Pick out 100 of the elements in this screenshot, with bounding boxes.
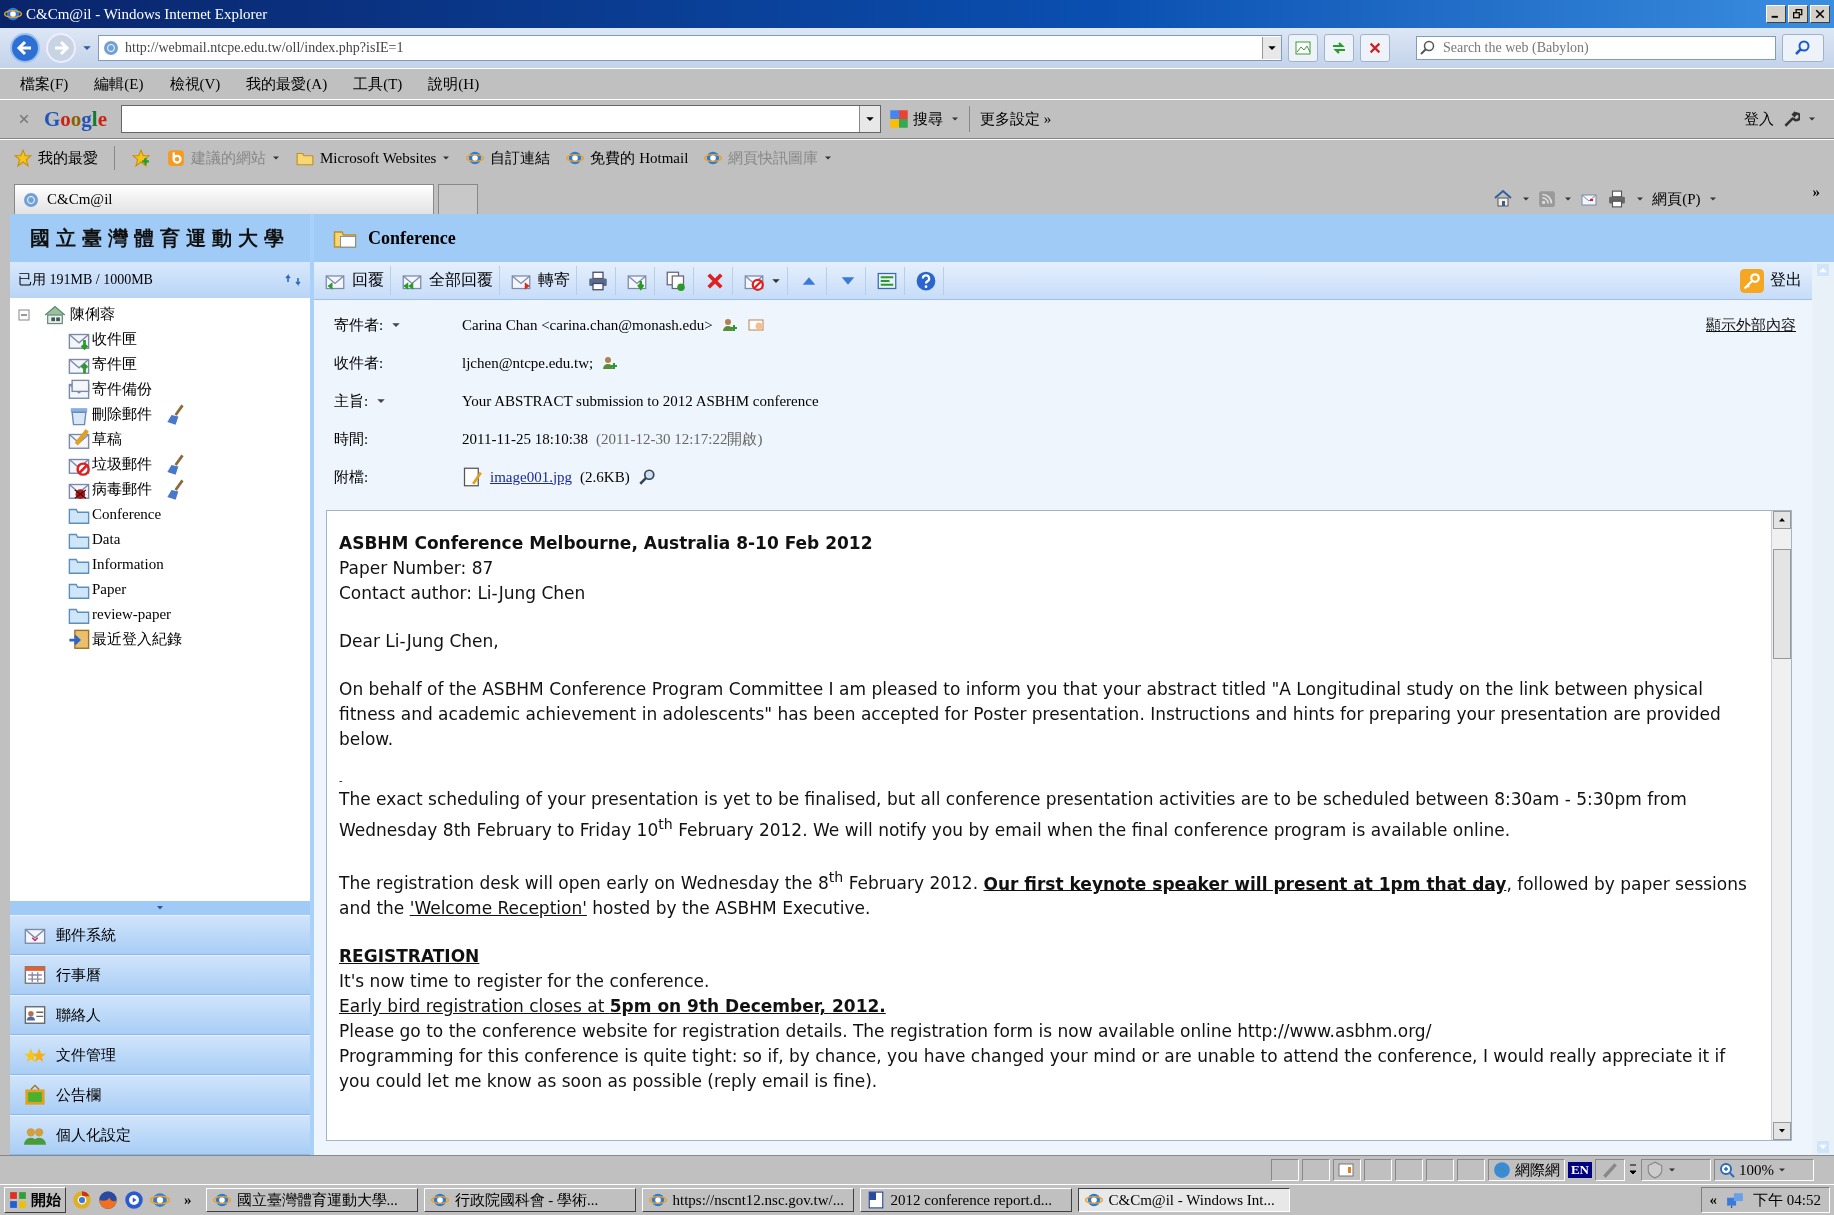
taskbar-button[interactable]: https://nscnt12.nsc.gov.tw/... <box>641 1188 854 1212</box>
dropdown-icon[interactable] <box>1708 195 1717 203</box>
preview-icon[interactable] <box>637 468 656 486</box>
wrench-icon[interactable] <box>1782 110 1800 128</box>
tree-item[interactable]: Conference <box>92 506 162 523</box>
menu-item[interactable]: 我的最愛(A) <box>246 72 328 96</box>
module-button[interactable]: 行事曆 <box>10 955 310 995</box>
media-player-icon[interactable] <box>124 1190 144 1210</box>
field-label: 主旨: <box>334 391 369 411</box>
menu-item[interactable]: 檔案(F) <box>20 72 69 96</box>
page-menu[interactable]: 網頁(P) <box>1652 189 1701 209</box>
copy-icon <box>665 270 687 291</box>
link[interactable]: 'Welcome Reception' <box>409 898 587 919</box>
back-button[interactable] <box>10 33 40 63</box>
compatibility-icon <box>1295 40 1311 56</box>
module-button[interactable]: 郵件系統 <box>10 915 310 955</box>
start-button[interactable]: 開始 <box>4 1187 66 1213</box>
opened-time: (2011-12-30 12:17:22開啟) <box>595 429 763 449</box>
collapse-handle[interactable] <box>10 901 310 915</box>
favorites-link[interactable]: Microsoft Websites <box>296 149 451 167</box>
favorites-link[interactable]: 免費的 Hotmail <box>566 148 689 168</box>
show-external-link[interactable]: 顯示外部內容 <box>1706 315 1796 335</box>
firefox-icon[interactable] <box>98 1190 118 1210</box>
toolbar-button[interactable]: 全部回覆 <box>395 266 500 295</box>
logout-button[interactable]: 登出 <box>1734 264 1808 297</box>
favorites-link[interactable]: 自訂連結 <box>466 148 551 168</box>
tree-item[interactable]: 刪除郵件 <box>92 405 152 424</box>
dropdown-icon[interactable] <box>1564 195 1573 203</box>
attachment-link[interactable]: image001.jpg <box>490 468 573 486</box>
mail-icon[interactable] <box>1580 191 1599 207</box>
taskbar-button[interactable]: 國立臺灣體育運動大學... <box>205 1188 418 1212</box>
link[interactable]: Our first keynote speaker will present at 1pm that day <box>983 873 1507 894</box>
zoom-button[interactable]: 100% <box>1714 1159 1814 1181</box>
tree-item[interactable]: Information <box>92 556 164 573</box>
refresh-button[interactable] <box>1324 34 1354 62</box>
dropdown-icon[interactable] <box>1808 115 1816 123</box>
scroll-down-button[interactable] <box>1772 1122 1791 1140</box>
taskbar-button[interactable]: C&Cm@il - Windows Int... <box>1077 1188 1290 1212</box>
add-contact-icon[interactable] <box>601 355 620 371</box>
menu-item[interactable]: 工具(T) <box>353 72 403 96</box>
address-field[interactable]: http://webmail.ntcpe.edu.tw/oll/index.php?isIE=1 <box>98 35 1282 61</box>
caret-icon <box>155 904 165 912</box>
favorites-button[interactable]: 我的最愛 <box>14 148 98 168</box>
close-button[interactable] <box>1810 5 1830 23</box>
subject-text: Your ABSTRACT submission to 2012 ASBHM conference <box>462 392 819 410</box>
language-indicator[interactable]: EN <box>1567 1162 1592 1178</box>
tree-item[interactable]: 陳俐蓉 <box>70 305 115 324</box>
overflow-button[interactable]: » <box>1812 183 1820 201</box>
key-icon <box>1740 268 1764 293</box>
tray-toggle[interactable]: « <box>1709 1191 1718 1209</box>
draft-icon <box>68 428 90 451</box>
tree-item[interactable]: Paper <box>92 581 127 598</box>
browser-tab[interactable]: C&Cm@il <box>14 184 434 214</box>
tree-item[interactable]: 草稿 <box>92 430 122 449</box>
stop-button[interactable] <box>1360 34 1390 62</box>
tree-item[interactable]: 垃圾郵件 <box>92 455 152 474</box>
restore-button[interactable] <box>1788 5 1808 23</box>
sync-icon[interactable] <box>284 272 302 288</box>
dropdown-icon[interactable] <box>1668 1166 1676 1174</box>
toolbar-button[interactable]: 回覆 <box>318 266 391 295</box>
menu-item[interactable]: 編輯(E) <box>94 72 144 96</box>
collapse-icon[interactable] <box>18 308 30 321</box>
sender-address: Carina Chan <carina.chan@monash.edu> <box>462 316 713 334</box>
module-button[interactable]: 個人化設定 <box>10 1115 310 1155</box>
globe-icon <box>1492 1161 1511 1179</box>
tree-item[interactable]: 病毒郵件 <box>92 480 152 499</box>
dropdown-icon[interactable] <box>1522 195 1531 203</box>
browser-icon[interactable] <box>150 1190 170 1210</box>
module-button[interactable]: 公告欄 <box>10 1075 310 1115</box>
tree-item[interactable]: Data <box>92 531 121 548</box>
more-settings-button[interactable]: 更多設定 » <box>980 109 1052 129</box>
search-field[interactable] <box>121 105 881 133</box>
close-icon[interactable] <box>18 113 30 125</box>
menu-item[interactable]: 檢視(V) <box>169 72 221 96</box>
image-file-icon <box>462 467 482 487</box>
taskbar-button[interactable]: 2012 conference report.d... <box>859 1188 1072 1212</box>
dropdown-icon[interactable] <box>1636 195 1645 203</box>
tree-item[interactable]: 收件匣 <box>92 330 137 349</box>
search-field[interactable]: Search the web (Babylon) <box>1416 36 1776 60</box>
module-button[interactable]: 聯絡人 <box>10 995 310 1035</box>
sign-in-link[interactable]: 登入 <box>1744 109 1774 129</box>
search-button[interactable] <box>1782 34 1824 62</box>
minimize-button[interactable] <box>1766 5 1786 23</box>
tree-item[interactable]: 寄件備份 <box>92 380 152 399</box>
more-button[interactable]: » <box>184 1191 192 1209</box>
tree-item[interactable]: review-paper <box>92 606 172 623</box>
restore-icon <box>1793 9 1803 19</box>
menu-item[interactable]: 說明(H) <box>428 72 480 96</box>
google-icon <box>889 109 909 129</box>
module-button[interactable]: 文件管理 <box>10 1035 310 1075</box>
dropdown-icon[interactable] <box>951 115 959 123</box>
chrome-icon[interactable] <box>72 1190 92 1210</box>
toolbar-button[interactable]: 轉寄 <box>504 266 577 295</box>
scrollbar-thumb[interactable] <box>1772 549 1791 659</box>
tree-item[interactable]: 寄件匣 <box>92 355 137 374</box>
taskbar-button[interactable]: 行政院國科會 - 學術... <box>423 1188 636 1212</box>
search-button[interactable]: 搜尋 <box>889 109 943 129</box>
add-contact-icon[interactable] <box>720 317 739 333</box>
tree-item[interactable]: 最近登入紀錄 <box>92 630 182 649</box>
scroll-up-button[interactable] <box>1772 511 1791 529</box>
